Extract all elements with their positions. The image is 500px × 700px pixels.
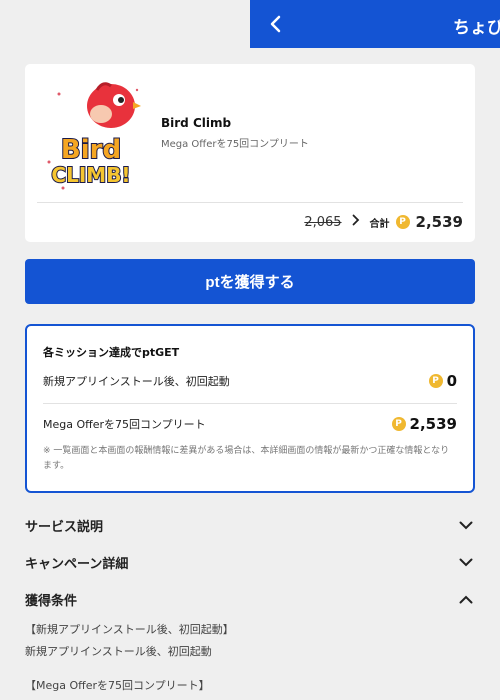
missions-title: 各ミッション達成でptGET bbox=[43, 346, 180, 359]
back-button[interactable] bbox=[264, 12, 288, 36]
total-label: 合計 bbox=[369, 218, 390, 230]
top-bar: ちょびリッチ bbox=[250, 0, 500, 48]
section-title: 獲得条件 bbox=[25, 593, 78, 609]
logo-word-climb: CLIMB! bbox=[51, 163, 130, 187]
mission-reward-value: 0 bbox=[446, 372, 457, 390]
app-name: Bird Climb bbox=[161, 116, 232, 130]
old-price: 2,065 bbox=[304, 214, 342, 230]
point-coin-icon: P bbox=[391, 417, 406, 431]
point-coin-icon: P bbox=[428, 374, 443, 388]
mission-reward: P 2,539 bbox=[391, 415, 457, 433]
app-logo: Bird CLIMB! bbox=[41, 76, 141, 194]
mission-reward: P 0 bbox=[428, 372, 457, 390]
chevron-right-icon bbox=[348, 214, 364, 230]
condition-heading: 【新規アプリインストール後、初回起動】 bbox=[25, 623, 234, 636]
header-title: ちょびリッチ bbox=[453, 18, 500, 38]
get-points-button[interactable]: ptを獲得する bbox=[25, 259, 475, 304]
mission-label: 新規アプリインストール後、初回起動 bbox=[43, 375, 230, 388]
mission-row: Mega Offerを75回コンプリート P 2,539 bbox=[43, 413, 457, 435]
chevron-up-icon bbox=[457, 590, 475, 608]
section-service-description[interactable]: サービス説明 bbox=[25, 514, 475, 536]
missions-box: 各ミッション達成でptGET 新規アプリインストール後、初回起動 P 0 Meg… bbox=[25, 324, 475, 493]
price-row: 2,065 合計 P 2,539 bbox=[304, 212, 463, 232]
app-subtitle: Mega Offerを75回コンプリート bbox=[161, 139, 309, 150]
chevron-down-icon bbox=[457, 516, 475, 534]
section-acquisition-conditions[interactable]: 獲得条件 bbox=[25, 588, 475, 610]
chevron-left-icon bbox=[270, 15, 281, 33]
divider bbox=[37, 202, 463, 203]
chevron-down-icon bbox=[457, 553, 475, 571]
section-title: サービス説明 bbox=[25, 519, 104, 535]
mission-reward-value: 2,539 bbox=[409, 415, 457, 433]
section-title: キャンペーン詳細 bbox=[25, 556, 129, 572]
total-value: 2,539 bbox=[415, 213, 463, 231]
offer-card: Bird CLIMB! Bird Climb Mega Offerを75回コンプ… bbox=[25, 64, 475, 242]
point-coin-icon: P bbox=[395, 215, 410, 229]
condition-heading: 【Mega Offerを75回コンプリート】 bbox=[25, 679, 210, 692]
section-campaign-details[interactable]: キャンペーン詳細 bbox=[25, 551, 475, 573]
missions-note: ※ 一覧画面と本画面の報酬情報に差異がある場合は、本詳細画面の情報が最新かつ正確… bbox=[43, 446, 450, 471]
mission-label: Mega Offerを75回コンプリート bbox=[43, 418, 206, 431]
logo-word-bird: Bird bbox=[61, 135, 121, 165]
divider bbox=[43, 403, 457, 404]
mission-row: 新規アプリインストール後、初回起動 P 0 bbox=[43, 370, 457, 392]
condition-text: 新規アプリインストール後、初回起動 bbox=[25, 645, 212, 658]
